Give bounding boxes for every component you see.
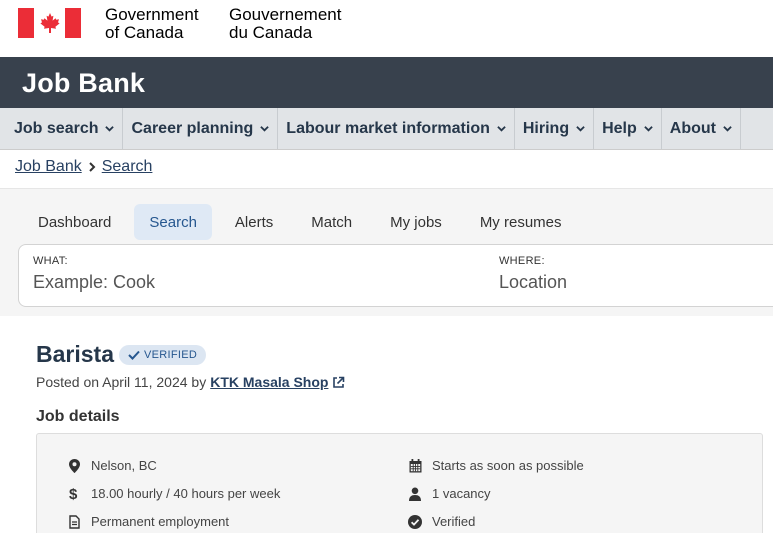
job-title-row: Barista VERIFIED bbox=[36, 341, 207, 368]
tab-match[interactable]: Match bbox=[296, 204, 367, 240]
breadcrumb: Job Bank Search bbox=[15, 158, 152, 176]
tab-search[interactable]: Search bbox=[134, 204, 212, 240]
detail-pay: $ 18.00 hourly / 40 hours per week bbox=[69, 486, 281, 501]
canada-flag-logo[interactable] bbox=[18, 8, 81, 38]
nav-item-job-search[interactable]: Job search bbox=[0, 108, 124, 149]
gov-header: Government of Canada Gouvernement du Can… bbox=[0, 0, 773, 57]
gov-wordmark-fr: Gouvernement du Canada bbox=[229, 5, 342, 42]
document-icon bbox=[68, 514, 80, 529]
verified-badge: VERIFIED bbox=[118, 344, 207, 365]
breadcrumb-link-job-bank[interactable]: Job Bank bbox=[15, 158, 82, 176]
checkmark-icon bbox=[128, 350, 140, 360]
tab-alerts[interactable]: Alerts bbox=[220, 204, 288, 240]
search-panel: Dashboard Search Alerts Match My jobs My… bbox=[0, 188, 773, 316]
tab-my-resumes[interactable]: My resumes bbox=[465, 204, 577, 240]
chevron-down-icon bbox=[260, 126, 270, 132]
detail-employment: Permanent employment bbox=[67, 514, 229, 529]
nav-item-hiring[interactable]: Hiring bbox=[515, 108, 595, 149]
where-field: WHERE: bbox=[499, 255, 759, 293]
nav-item-career-planning[interactable]: Career planning bbox=[123, 108, 279, 149]
chevron-down-icon bbox=[644, 126, 653, 132]
chevron-down-icon bbox=[105, 126, 115, 132]
maple-leaf-icon bbox=[39, 13, 60, 33]
job-details-heading: Job details bbox=[36, 408, 120, 425]
nav-item-about[interactable]: About bbox=[662, 108, 741, 149]
external-link-icon[interactable] bbox=[332, 376, 345, 389]
main-nav: Job search Career planning Labour market… bbox=[0, 108, 773, 150]
chevron-right-icon bbox=[89, 162, 96, 172]
nav-item-help[interactable]: Help bbox=[594, 108, 662, 149]
what-label: WHAT: bbox=[33, 255, 68, 267]
detail-location: Nelson, BC bbox=[67, 458, 157, 473]
detail-verified: Verified bbox=[408, 514, 475, 529]
map-marker-icon bbox=[68, 458, 80, 473]
nav-item-labour-market-information[interactable]: Labour market information bbox=[278, 108, 515, 149]
tab-my-jobs[interactable]: My jobs bbox=[375, 204, 457, 240]
user-icon bbox=[409, 487, 421, 501]
chevron-down-icon bbox=[576, 126, 585, 132]
app-title[interactable]: Job Bank bbox=[22, 68, 145, 99]
where-input[interactable] bbox=[499, 272, 759, 293]
search-box: WHAT: WHERE: bbox=[18, 244, 773, 307]
chevron-down-icon bbox=[723, 126, 732, 132]
tab-dashboard[interactable]: Dashboard bbox=[23, 204, 126, 240]
job-title: Barista bbox=[36, 341, 114, 367]
detail-vacancy: 1 vacancy bbox=[408, 486, 491, 501]
posted-line: Posted on April 11, 2024 by KTK Masala S… bbox=[36, 374, 345, 390]
job-details-box: Nelson, BC $ 18.00 hourly / 40 hours per… bbox=[36, 433, 763, 533]
app-title-bar: Job Bank bbox=[0, 57, 773, 108]
dollar-icon: $ bbox=[69, 486, 78, 501]
where-label: WHERE: bbox=[499, 255, 545, 267]
employer-link[interactable]: KTK Masala Shop bbox=[210, 374, 328, 390]
what-field: WHAT: bbox=[33, 255, 333, 293]
check-circle-icon bbox=[408, 514, 422, 529]
breadcrumb-link-search[interactable]: Search bbox=[102, 158, 153, 176]
calendar-icon bbox=[409, 458, 421, 472]
gov-wordmark-en: Government of Canada bbox=[105, 5, 199, 42]
chevron-down-icon bbox=[497, 126, 506, 132]
detail-start: Starts as soon as possible bbox=[408, 458, 584, 473]
sub-tabs: Dashboard Search Alerts Match My jobs My… bbox=[23, 204, 585, 240]
what-input[interactable] bbox=[33, 272, 333, 293]
svg-text:$: $ bbox=[69, 486, 78, 501]
